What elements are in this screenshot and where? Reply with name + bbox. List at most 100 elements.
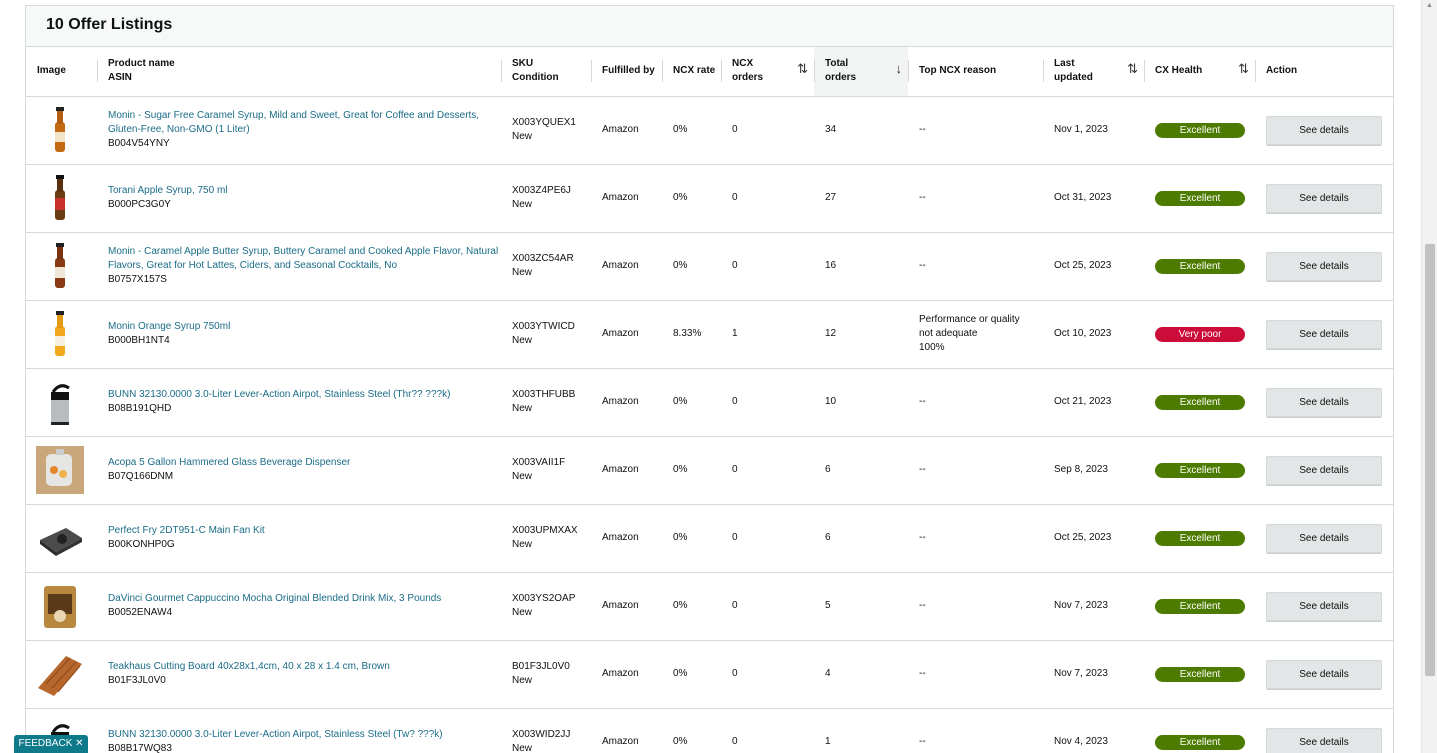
col-ncx-orders[interactable]: NCX orders ⇅ — [721, 47, 814, 97]
asin-text: B08B17WQ83 — [108, 743, 172, 753]
col-fulfilled-by: Fulfilled by — [591, 47, 662, 97]
product-name-link[interactable]: Monin Orange Syrup 750ml — [108, 320, 501, 334]
page-title: 10 Offer Listings — [46, 16, 173, 33]
condition-text: New — [512, 131, 533, 142]
syrup-bottle-apple-butter-icon[interactable] — [36, 242, 84, 290]
listings-table: Image Product name ASIN SKU Condition Fulf… — [26, 47, 1393, 753]
total-orders-cell: 34 — [814, 96, 908, 165]
ncx-orders-cell: 0 — [721, 436, 814, 505]
condition-text: New — [512, 335, 533, 346]
last-updated-cell: Nov 7, 2023 — [1043, 640, 1144, 709]
col-total-orders[interactable]: Total orders ↓ — [814, 47, 908, 97]
condition-text: New — [512, 539, 533, 550]
see-details-button[interactable]: See details — [1266, 251, 1382, 281]
action-cell: See details — [1255, 368, 1393, 437]
condition-text: New — [512, 199, 533, 210]
syrup-bottle-apple-icon[interactable] — [36, 174, 84, 222]
product-cell: Monin - Sugar Free Caramel Syrup, Mild a… — [97, 96, 501, 165]
status-badge: Excellent — [1155, 734, 1245, 750]
col-last-updated[interactable]: Last updated ⇅ — [1043, 47, 1144, 97]
top-ncx-reason-cell: -- — [908, 96, 1043, 165]
vertical-scrollbar[interactable]: ▲ — [1421, 0, 1437, 753]
reason-line: -- — [919, 736, 926, 747]
last-updated-cell: Oct 21, 2023 — [1043, 368, 1144, 437]
see-details-button[interactable]: See details — [1266, 727, 1382, 753]
see-details-button[interactable]: See details — [1266, 659, 1382, 689]
see-details-button[interactable]: See details — [1266, 455, 1382, 485]
fulfilled-by-cell: Amazon — [591, 232, 662, 301]
reason-line: -- — [919, 396, 926, 407]
sku-text: X003ZC54AR — [512, 253, 574, 264]
top-ncx-reason-cell: Performance or quality not adequate 100% — [908, 300, 1043, 369]
sku-cell: X003VAII1F New — [501, 436, 591, 505]
sku-cell: X003WID2JJ New — [501, 708, 591, 753]
cx-health-cell: Excellent — [1144, 504, 1255, 573]
product-name-link[interactable]: DaVinci Gourmet Cappuccino Mocha Origina… — [108, 592, 501, 606]
fulfilled-by-cell: Amazon — [591, 164, 662, 233]
sort-down-icon[interactable]: ↓ — [896, 62, 903, 76]
condition-text: New — [512, 675, 533, 686]
fan-kit-icon[interactable] — [36, 514, 84, 562]
asin-text: B07Q166DNM — [108, 471, 174, 482]
action-cell: See details — [1255, 504, 1393, 573]
asin-text: B00KONHP0G — [108, 539, 175, 550]
syrup-bottle-caramel-icon[interactable] — [36, 106, 84, 154]
drink-mix-bag-icon[interactable] — [36, 582, 84, 630]
product-name-link[interactable]: Acopa 5 Gallon Hammered Glass Beverage D… — [108, 456, 501, 470]
last-updated-cell: Oct 10, 2023 — [1043, 300, 1144, 369]
total-orders-cell: 1 — [814, 708, 908, 753]
total-orders-cell: 10 — [814, 368, 908, 437]
sort-updown-icon[interactable]: ⇅ — [797, 62, 808, 76]
sku-cell: X003THFUBB New — [501, 368, 591, 437]
fulfilled-by-cell: Amazon — [591, 96, 662, 165]
see-details-button[interactable]: See details — [1266, 319, 1382, 349]
sku-cell: X003ZC54AR New — [501, 232, 591, 301]
product-name-link[interactable]: Monin - Sugar Free Caramel Syrup, Mild a… — [108, 109, 501, 137]
ncx-rate-cell: 0% — [662, 708, 721, 753]
total-orders-cell: 6 — [814, 504, 908, 573]
cx-health-cell: Very poor — [1144, 300, 1255, 369]
syrup-bottle-orange-icon[interactable] — [36, 310, 84, 358]
see-details-button[interactable]: See details — [1266, 115, 1382, 145]
status-badge: Excellent — [1155, 530, 1245, 546]
product-name-link[interactable]: Teakhaus Cutting Board 40x28x1,4cm, 40 x… — [108, 660, 501, 674]
scrollbar-thumb[interactable] — [1425, 244, 1435, 676]
reason-line: -- — [919, 668, 926, 679]
see-details-button[interactable]: See details — [1266, 523, 1382, 553]
reason-line: -- — [919, 600, 926, 611]
airpot-icon[interactable] — [36, 378, 84, 426]
table-row: Acopa 5 Gallon Hammered Glass Beverage D… — [26, 436, 1393, 505]
asin-text: B01F3JL0V0 — [108, 675, 166, 686]
see-details-button[interactable]: See details — [1266, 387, 1382, 417]
product-name-link[interactable]: Torani Apple Syrup, 750 ml — [108, 184, 501, 198]
product-cell: Acopa 5 Gallon Hammered Glass Beverage D… — [97, 436, 501, 505]
beverage-dispenser-icon[interactable] — [36, 446, 84, 494]
col-cx-health[interactable]: CX Health ⇅ — [1144, 47, 1255, 97]
status-badge: Excellent — [1155, 394, 1245, 410]
feedback-button[interactable]: FEEDBACK ✕ — [14, 735, 88, 753]
reason-line: -- — [919, 260, 926, 271]
sort-updown-icon[interactable]: ⇅ — [1238, 62, 1249, 76]
product-name-link[interactable]: BUNN 32130.0000 3.0-Liter Lever-Action A… — [108, 388, 501, 402]
ncx-rate-cell: 0% — [662, 164, 721, 233]
scroll-up-arrow-icon[interactable]: ▲ — [1426, 2, 1433, 9]
product-name-link[interactable]: Monin - Caramel Apple Butter Syrup, Butt… — [108, 245, 501, 273]
product-image-cell — [26, 640, 97, 709]
ncx-orders-cell: 0 — [721, 164, 814, 233]
cutting-board-icon[interactable] — [36, 650, 84, 698]
asin-text: B000PC3G0Y — [108, 199, 171, 210]
col-action: Action — [1255, 47, 1393, 97]
product-name-link[interactable]: Perfect Fry 2DT951-C Main Fan Kit — [108, 524, 501, 538]
col-image: Image — [26, 47, 97, 97]
action-cell: See details — [1255, 436, 1393, 505]
asin-text: B0757X157S — [108, 274, 167, 285]
see-details-button[interactable]: See details — [1266, 183, 1382, 213]
see-details-button[interactable]: See details — [1266, 591, 1382, 621]
product-image-cell — [26, 504, 97, 573]
product-name-link[interactable]: BUNN 32130.0000 3.0-Liter Lever-Action A… — [108, 728, 501, 742]
product-cell: BUNN 32130.0000 3.0-Liter Lever-Action A… — [97, 708, 501, 753]
cx-health-cell: Excellent — [1144, 232, 1255, 301]
sort-updown-icon[interactable]: ⇅ — [1127, 62, 1138, 76]
product-image-cell — [26, 572, 97, 641]
total-orders-cell: 16 — [814, 232, 908, 301]
